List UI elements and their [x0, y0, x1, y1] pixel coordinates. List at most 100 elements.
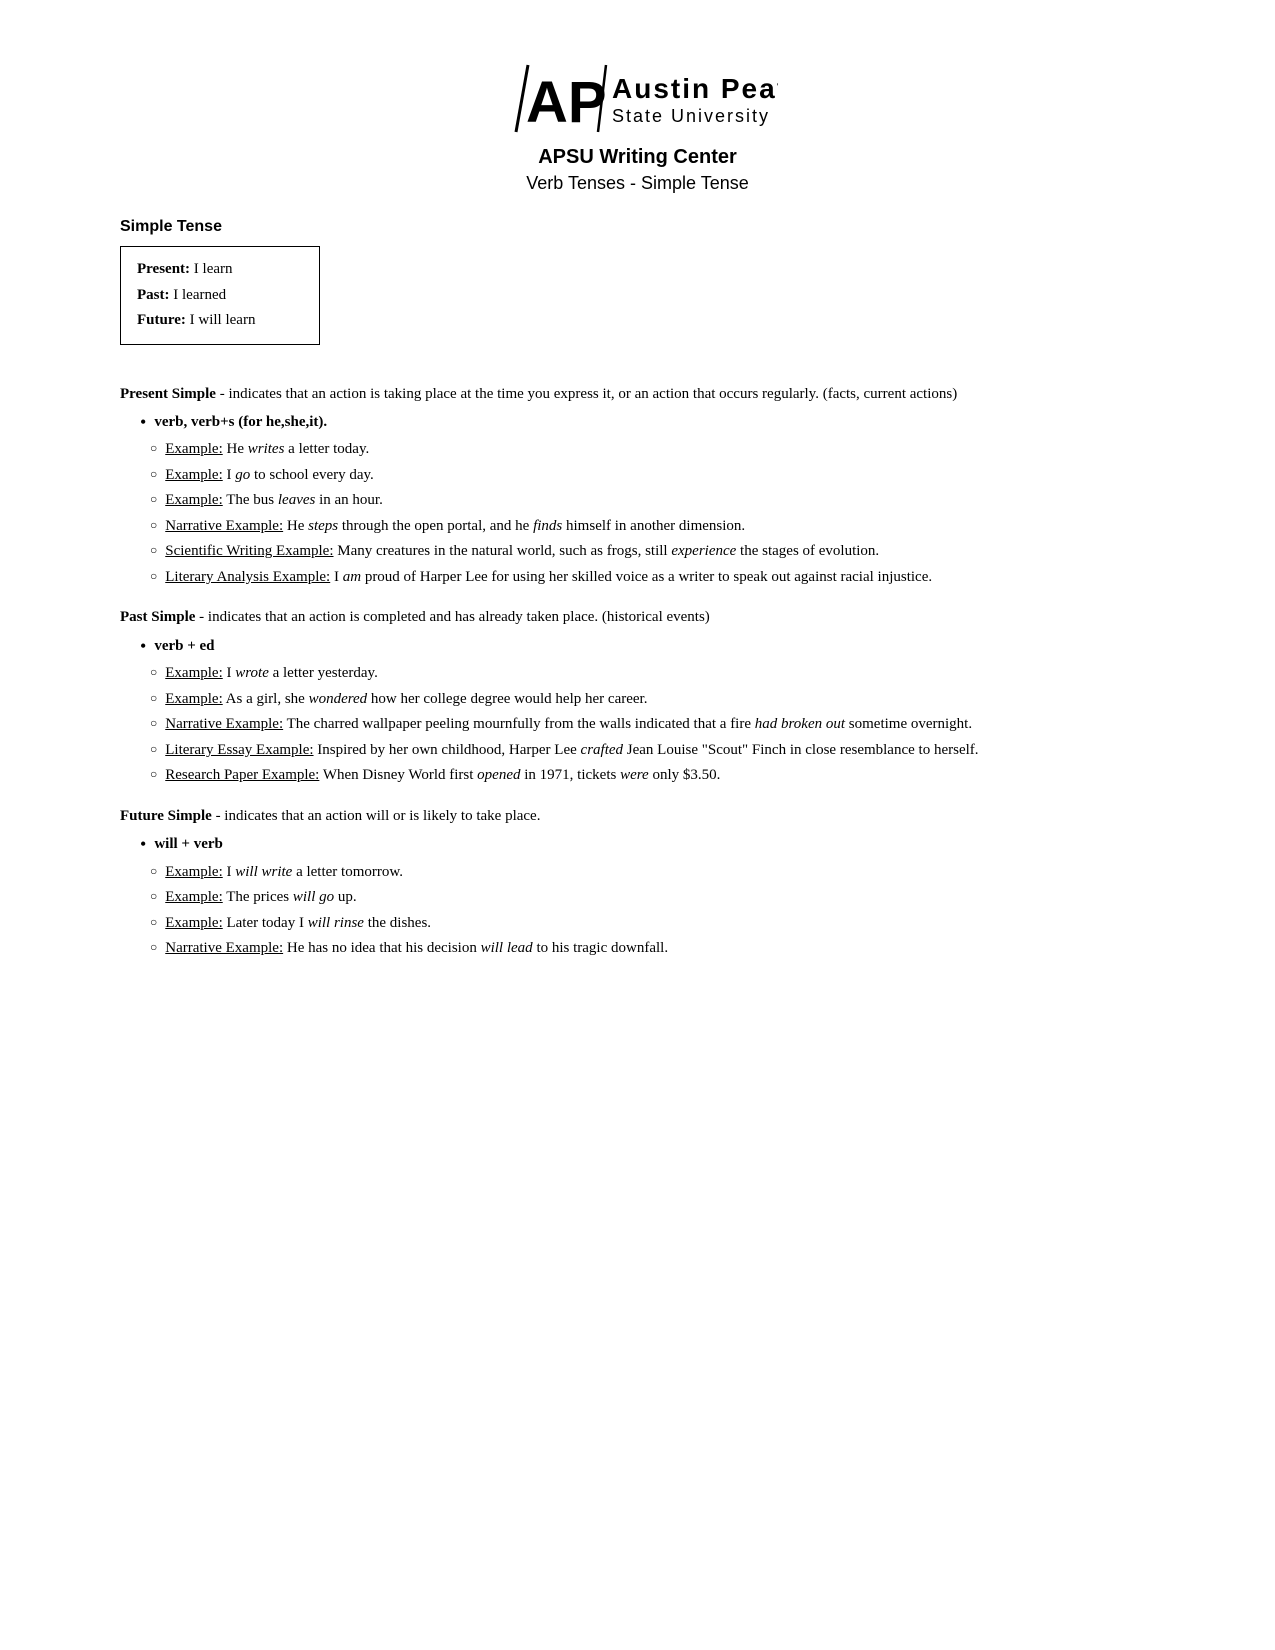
future-rule-text: will + verb [154, 836, 223, 852]
future-ex2-content: Example: The prices will go up. [165, 886, 1155, 909]
example-label: Example: [165, 864, 222, 880]
italic-word: had broken out [755, 716, 845, 732]
document-subtitle: Verb Tenses - Simple Tense [120, 173, 1155, 194]
present-literary-content: Literary Analysis Example: I am proud of… [165, 566, 1155, 589]
future-simple-label: Future Simple [120, 808, 212, 824]
past-ex1-content: Example: I wrote a letter yesterday. [165, 662, 1155, 685]
present-examples-list: ○ Example: He writes a letter today. ○ E… [120, 438, 1155, 588]
page-header: AP Austin Peay State University APSU Wri… [120, 60, 1155, 194]
italic-word: will go [293, 889, 334, 905]
italic-word: leaves [278, 492, 315, 508]
tense-box: Present: I learn Past: I learned Future:… [120, 246, 320, 345]
future-simple-intro: Future Simple - indicates that an action… [120, 805, 1155, 828]
present-simple-label: Present Simple [120, 386, 216, 402]
future-label: Future: [137, 312, 186, 328]
present-rule-text: verb, verb+s (for he,she,it). [154, 414, 327, 430]
future-simple-rules: • will + verb [120, 833, 1155, 856]
narrative-label: Narrative Example: [165, 716, 283, 732]
example-label: Example: [165, 441, 222, 457]
literary-label: Literary Analysis Example: [165, 569, 330, 585]
italic-word: will lead [481, 940, 533, 956]
past-narrative-content: Narrative Example: The charred wallpaper… [165, 713, 1155, 736]
italic-word: steps [308, 518, 338, 534]
past-label: Past: [137, 287, 170, 303]
past-examples-list: ○ Example: I wrote a letter yesterday. ○… [120, 662, 1155, 787]
sub-circle: ○ [150, 861, 157, 881]
present-example-2: ○ Example: I go to school every day. [150, 464, 1155, 487]
bullet-dot: • [140, 635, 146, 658]
future-simple-desc: - indicates that an action will or is li… [212, 808, 541, 824]
past-rule-content: verb + ed [154, 635, 1155, 658]
scientific-label: Scientific Writing Example: [165, 543, 333, 559]
sub-circle: ○ [150, 764, 157, 784]
italic-word: finds [533, 518, 562, 534]
sub-circle: ○ [150, 713, 157, 733]
present-rule-item: • verb, verb+s (for he,she,it). [140, 411, 1155, 434]
svg-text:State University: State University [612, 106, 770, 126]
future-example-2: ○ Example: The prices will go up. [150, 886, 1155, 909]
present-simple-intro: Present Simple - indicates that an actio… [120, 383, 1155, 406]
example-label: Example: [165, 915, 222, 931]
future-narrative-example: ○ Narrative Example: He has no idea that… [150, 937, 1155, 960]
present-ex1-content: Example: He writes a letter today. [165, 438, 1155, 461]
italic-word: experience [671, 543, 736, 559]
past-simple-rules: • verb + ed [120, 635, 1155, 658]
past-rule-text: verb + ed [154, 638, 214, 654]
svg-text:Austin Peay: Austin Peay [612, 73, 778, 104]
past-rule-item: • verb + ed [140, 635, 1155, 658]
example-label: Example: [165, 467, 222, 483]
present-tense-line: Present: I learn [137, 257, 303, 283]
past-narrative-example: ○ Narrative Example: The charred wallpap… [150, 713, 1155, 736]
document-title: APSU Writing Center [120, 146, 1155, 169]
sub-circle: ○ [150, 912, 157, 932]
future-example-3: ○ Example: Later today I will rinse the … [150, 912, 1155, 935]
literary-essay-label: Literary Essay Example: [165, 742, 313, 758]
italic-word: crafted [581, 742, 624, 758]
past-simple-section: Past Simple - indicates that an action i… [120, 606, 1155, 786]
past-ex2-content: Example: As a girl, she wondered how her… [165, 688, 1155, 711]
past-value: I learned [170, 287, 227, 303]
future-examples-list: ○ Example: I will write a letter tomorro… [120, 861, 1155, 960]
narrative-label: Narrative Example: [165, 518, 283, 534]
sub-circle: ○ [150, 540, 157, 560]
sub-circle: ○ [150, 937, 157, 957]
future-ex3-content: Example: Later today I will rinse the di… [165, 912, 1155, 935]
italic-word: will rinse [308, 915, 364, 931]
example-label: Example: [165, 889, 222, 905]
past-simple-intro: Past Simple - indicates that an action i… [120, 606, 1155, 629]
present-narrative-example: ○ Narrative Example: He steps through th… [150, 515, 1155, 538]
svg-text:AP: AP [526, 70, 607, 135]
sub-circle: ○ [150, 438, 157, 458]
italic-word: wondered [309, 691, 368, 707]
past-tense-line: Past: I learned [137, 283, 303, 309]
sub-circle: ○ [150, 688, 157, 708]
sub-circle: ○ [150, 489, 157, 509]
present-scientific-content: Scientific Writing Example: Many creatur… [165, 540, 1155, 563]
italic-word: will write [235, 864, 292, 880]
past-literary-example: ○ Literary Essay Example: Inspired by he… [150, 739, 1155, 762]
italic-word: go [235, 467, 250, 483]
sub-circle: ○ [150, 464, 157, 484]
present-value: I learn [190, 261, 232, 277]
future-example-1: ○ Example: I will write a letter tomorro… [150, 861, 1155, 884]
past-research-content: Research Paper Example: When Disney Worl… [165, 764, 1155, 787]
example-label: Example: [165, 691, 222, 707]
italic-word: opened [477, 767, 520, 783]
future-rule-item: • will + verb [140, 833, 1155, 856]
past-literary-content: Literary Essay Example: Inspired by her … [165, 739, 1155, 762]
example-label: Example: [165, 665, 222, 681]
present-label: Present: [137, 261, 190, 277]
bullet-dot: • [140, 833, 146, 856]
narrative-label: Narrative Example: [165, 940, 283, 956]
past-example-1: ○ Example: I wrote a letter yesterday. [150, 662, 1155, 685]
sub-circle: ○ [150, 566, 157, 586]
sub-circle: ○ [150, 662, 157, 682]
bullet-dot: • [140, 411, 146, 434]
present-narrative-content: Narrative Example: He steps through the … [165, 515, 1155, 538]
present-rule-content: verb, verb+s (for he,she,it). [154, 411, 1155, 434]
example-label: Example: [165, 492, 222, 508]
simple-tense-section: Simple Tense Present: I learn Past: I le… [120, 218, 1155, 365]
research-label: Research Paper Example: [165, 767, 319, 783]
future-rule-content: will + verb [154, 833, 1155, 856]
present-simple-section: Present Simple - indicates that an actio… [120, 383, 1155, 589]
